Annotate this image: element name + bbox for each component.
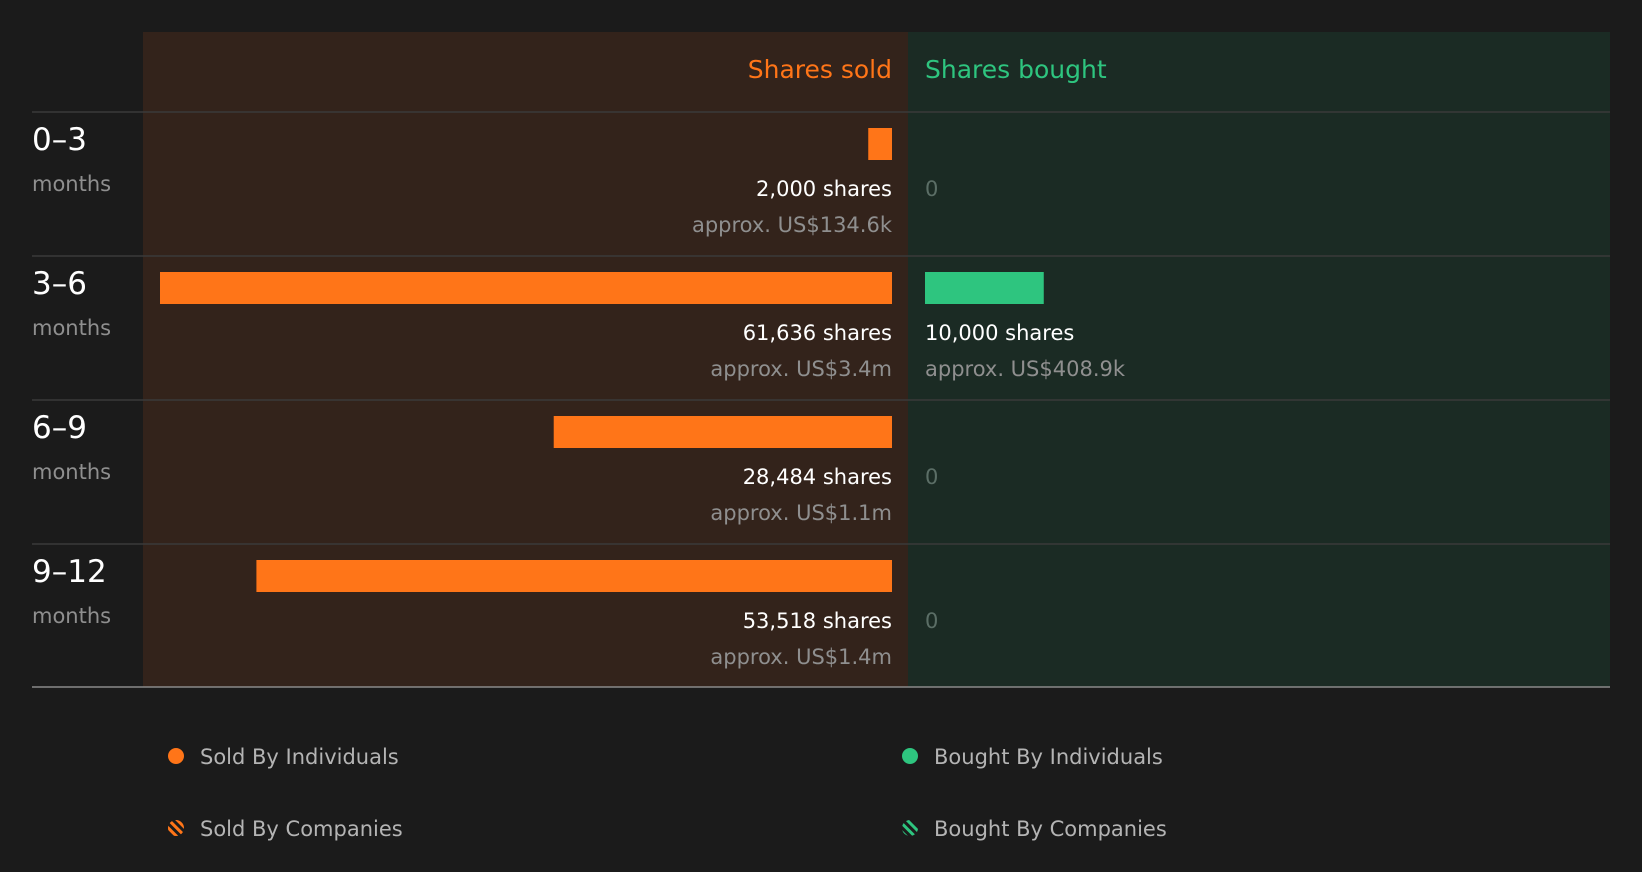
legend-item: Sold By Individuals xyxy=(168,745,399,769)
legend-swatch xyxy=(902,748,918,764)
sold-shares-label: 2,000 shares xyxy=(756,177,892,201)
legend-swatch xyxy=(902,820,918,836)
sold-bar xyxy=(160,272,892,304)
bought-shares-label: 10,000 shares xyxy=(925,321,1074,345)
sold-value-label: approx. US$134.6k xyxy=(692,213,893,237)
legend-swatch xyxy=(168,748,184,764)
legend-label: Sold By Individuals xyxy=(200,745,399,769)
sold-shares-label: 28,484 shares xyxy=(743,465,892,489)
legend-item: Sold By Companies xyxy=(168,817,403,841)
legend-label: Sold By Companies xyxy=(200,817,403,841)
sold-value-label: approx. US$1.1m xyxy=(710,501,892,525)
bought-zero-label: 0 xyxy=(925,609,938,633)
bought-value-label: approx. US$408.9k xyxy=(925,357,1126,381)
sold-bar xyxy=(553,416,892,448)
insider-trading-chart: Shares sold Shares bought 0–3 months 2,000… xyxy=(0,0,1642,872)
sold-bar xyxy=(256,560,893,592)
period-unit-label: months xyxy=(32,604,111,628)
period-unit-label: months xyxy=(32,460,111,484)
sold-column-header: Shares sold xyxy=(748,55,892,84)
sold-bar xyxy=(868,128,892,160)
period-range-label: 6–9 xyxy=(32,410,87,446)
bought-zero-label: 0 xyxy=(925,465,938,489)
period-range-label: 9–12 xyxy=(32,554,107,590)
legend-label: Bought By Individuals xyxy=(934,745,1163,769)
sold-value-label: approx. US$3.4m xyxy=(710,357,892,381)
legend: Sold By Individuals Bought By Individuals… xyxy=(168,745,1167,841)
legend-item: Bought By Companies xyxy=(902,817,1167,841)
period-range-label: 3–6 xyxy=(32,266,87,302)
period-unit-label: months xyxy=(32,316,111,340)
chart-svg: Shares sold Shares bought 0–3 months 2,000… xyxy=(32,32,1610,841)
sold-shares-label: 61,636 shares xyxy=(743,321,892,345)
period-unit-label: months xyxy=(32,172,111,196)
bought-column-header: Shares bought xyxy=(925,55,1107,84)
period-range-label: 0–3 xyxy=(32,122,87,158)
legend-label: Bought By Companies xyxy=(934,817,1167,841)
bought-zero-label: 0 xyxy=(925,177,938,201)
legend-swatch xyxy=(168,820,184,836)
sold-value-label: approx. US$1.4m xyxy=(710,645,892,669)
legend-item: Bought By Individuals xyxy=(902,745,1163,769)
bought-bar xyxy=(925,272,1044,304)
sold-shares-label: 53,518 shares xyxy=(743,609,892,633)
